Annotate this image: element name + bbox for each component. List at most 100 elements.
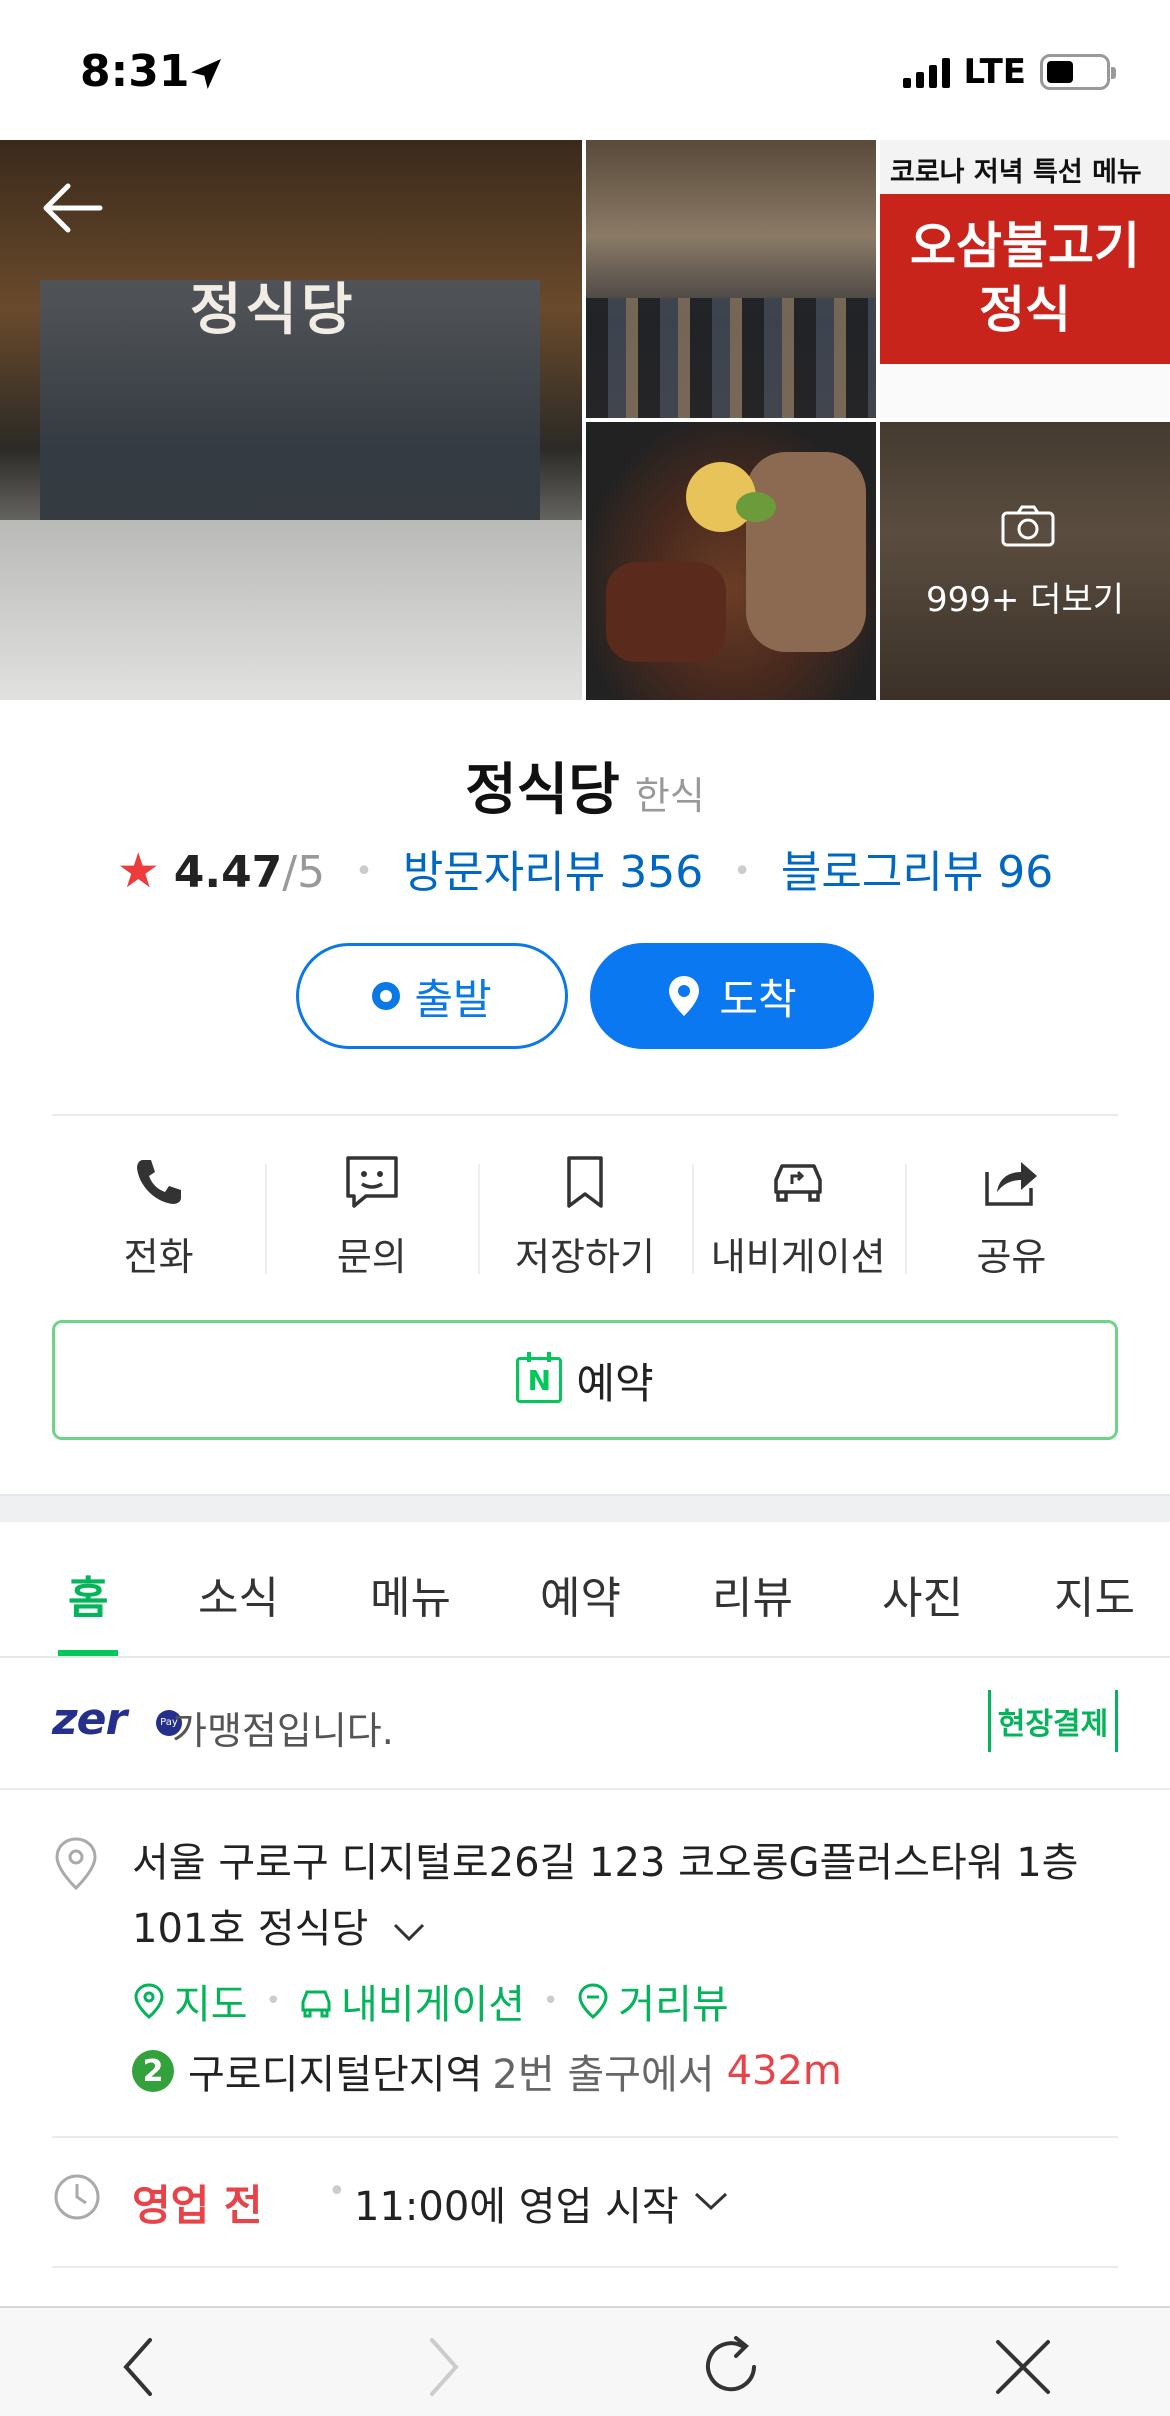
tab-home[interactable]: 홈 (68, 1562, 108, 1626)
menu-banner-top: 코로나 저녁 특선 메뉴 (880, 140, 1170, 194)
photo-more[interactable]: 999+ 더보기 (880, 422, 1170, 700)
menu-banner-line2: 정식 (979, 281, 1071, 339)
action-bar: 전화 문의 저장하기 내비게이션 공유 (52, 1140, 1118, 1290)
section-divider (0, 1494, 1170, 1522)
photo-more-label: 999+ 더보기 (925, 580, 1125, 620)
separator-dot: • (733, 854, 751, 889)
map-pin-icon (669, 976, 700, 1016)
separator-dot: • (328, 2174, 346, 2209)
photo-storefront[interactable]: 정식당 (0, 140, 582, 700)
blog-reviews-link[interactable]: 블로그리뷰 96 (781, 847, 1053, 898)
battery-icon (1040, 54, 1116, 90)
back-arrow-icon[interactable] (38, 180, 104, 236)
separator-dot: • (265, 1986, 281, 2016)
location-pin-icon (55, 1837, 97, 1891)
street-view-icon (578, 1983, 608, 2019)
tab-map[interactable]: 지도 (1054, 1562, 1135, 1626)
place-category: 한식 (634, 774, 705, 818)
save-label: 저장하기 (515, 1235, 655, 1279)
subway-info: 2 구로디지털단지역 2번 출구에서 432m (132, 2042, 842, 2100)
place-title: 정식당 한식 (0, 745, 1170, 826)
start-button[interactable]: 출발 (296, 943, 568, 1049)
chat-icon (346, 1156, 398, 1208)
photo-gallery: 정식당 코로나 저녁 특선 메뉴 오삼불고기 정식 999+ 더보기 (0, 140, 1170, 700)
status-indicators: LTE (902, 52, 1116, 92)
address-value: 서울 구로구 디지털로26길 123 코오롱G플러스타워 1층 101호 정식당 (132, 1840, 1079, 1952)
save-button[interactable]: 저장하기 (478, 1140, 691, 1290)
inquiry-label: 문의 (336, 1235, 407, 1279)
rating-max: /5 (282, 847, 326, 898)
navigation-label: 내비게이션 (710, 1235, 886, 1279)
route-buttons: 출발 도착 (296, 943, 874, 1049)
rating-row: ★ 4.47/5 • 방문자리뷰 356 • 블로그리뷰 96 (0, 836, 1170, 900)
share-icon (985, 1162, 1038, 1206)
arrive-button[interactable]: 도착 (590, 943, 874, 1049)
network-type: LTE (963, 52, 1026, 92)
star-icon: ★ (116, 843, 160, 899)
visitor-reviews-link[interactable]: 방문자리뷰 356 (403, 847, 703, 898)
menu-banner-line1: 오삼불고기 (910, 217, 1140, 275)
start-point-icon (372, 982, 401, 1010)
phone-icon (136, 1160, 181, 1204)
active-tab-indicator (58, 1650, 118, 1656)
tab-menu[interactable]: 메뉴 (370, 1562, 451, 1626)
navigation-link[interactable]: 내비게이션 (341, 1972, 525, 2030)
subway-line-badge: 2 (132, 2050, 174, 2092)
tab-photos[interactable]: 사진 (882, 1562, 963, 1626)
divider (52, 1114, 1118, 1116)
onsite-payment-badge: 현장결제 (988, 1690, 1118, 1752)
tab-reservation[interactable]: 예약 (540, 1562, 621, 1626)
address-text[interactable]: 서울 구로구 디지털로26길 123 코오롱G플러스타워 1층 101호 정식당 (132, 1830, 1122, 1962)
signal-icon (902, 56, 950, 88)
business-hours[interactable]: 영업 전 • 11:00에 영업 시작 (52, 2168, 1118, 2238)
close-icon[interactable] (988, 2332, 1058, 2402)
tab-news[interactable]: 소식 (198, 1562, 279, 1626)
forward-icon[interactable] (406, 2332, 476, 2402)
navigation-button[interactable]: 내비게이션 (691, 1140, 905, 1290)
zeropay-text: 가맹점입니다. (172, 1709, 394, 1753)
tab-reviews[interactable]: 리뷰 (712, 1562, 793, 1626)
zeropay-row: zer Pay 가맹점입니다. 현장결제 (52, 1690, 1118, 1760)
refresh-icon[interactable] (696, 2332, 766, 2402)
call-button[interactable]: 전화 (52, 1140, 265, 1290)
naver-booking-icon: N (516, 1352, 563, 1403)
share-label: 공유 (976, 1235, 1047, 1279)
subway-distance: 432m (726, 2048, 842, 2094)
subway-station: 구로디지털단지역 (188, 2052, 483, 2098)
divider (0, 1788, 1170, 1790)
back-icon[interactable] (106, 2332, 176, 2402)
place-name: 정식당 (465, 758, 620, 823)
street-view-link[interactable]: 거리뷰 (618, 1972, 728, 2030)
separator-dot: • (355, 854, 373, 889)
hours-detail: 11:00에 영업 시작 (354, 2184, 679, 2230)
chevron-down-icon[interactable] (391, 1919, 427, 1943)
storefront-sign: 정식당 (190, 278, 357, 343)
photo-menu-banner[interactable]: 코로나 저녁 특선 메뉴 오삼불고기 정식 (880, 140, 1170, 418)
photo-food-platter[interactable] (586, 422, 876, 700)
hours-status: 영업 전 (132, 2181, 263, 2230)
rating-score: 4.47 (173, 847, 283, 898)
status-bar: 8:31 LTE (0, 0, 1170, 140)
zeropay-logo: zer (52, 1694, 127, 1745)
divider (52, 2136, 1118, 2138)
inquiry-button[interactable]: 문의 (265, 1140, 478, 1290)
menu-banner-main: 오삼불고기 정식 (880, 194, 1170, 364)
reserve-button[interactable]: N 예약 (52, 1320, 1118, 1440)
start-button-label: 출발 (414, 974, 492, 1024)
tab-bar: 홈 소식 메뉴 예약 리뷰 사진 지도 (0, 1522, 1170, 1658)
clock-icon (54, 2174, 100, 2220)
bookmark-icon (567, 1156, 603, 1208)
chevron-down-icon[interactable] (692, 2188, 730, 2214)
call-label: 전화 (123, 1235, 194, 1279)
photo-dining-hall[interactable] (586, 140, 876, 418)
status-time: 8:31 (80, 46, 190, 97)
map-link[interactable]: 지도 (174, 1972, 248, 2030)
reserve-button-label: 예약 (576, 1358, 654, 1408)
separator-dot: • (542, 1986, 559, 2016)
browser-toolbar (0, 2306, 1170, 2416)
camera-icon (1001, 505, 1055, 547)
share-button[interactable]: 공유 (904, 1140, 1118, 1290)
subway-exit: 2번 출구에서 (492, 2052, 715, 2098)
divider (52, 2266, 1118, 2268)
map-pin-icon (134, 1983, 164, 2019)
